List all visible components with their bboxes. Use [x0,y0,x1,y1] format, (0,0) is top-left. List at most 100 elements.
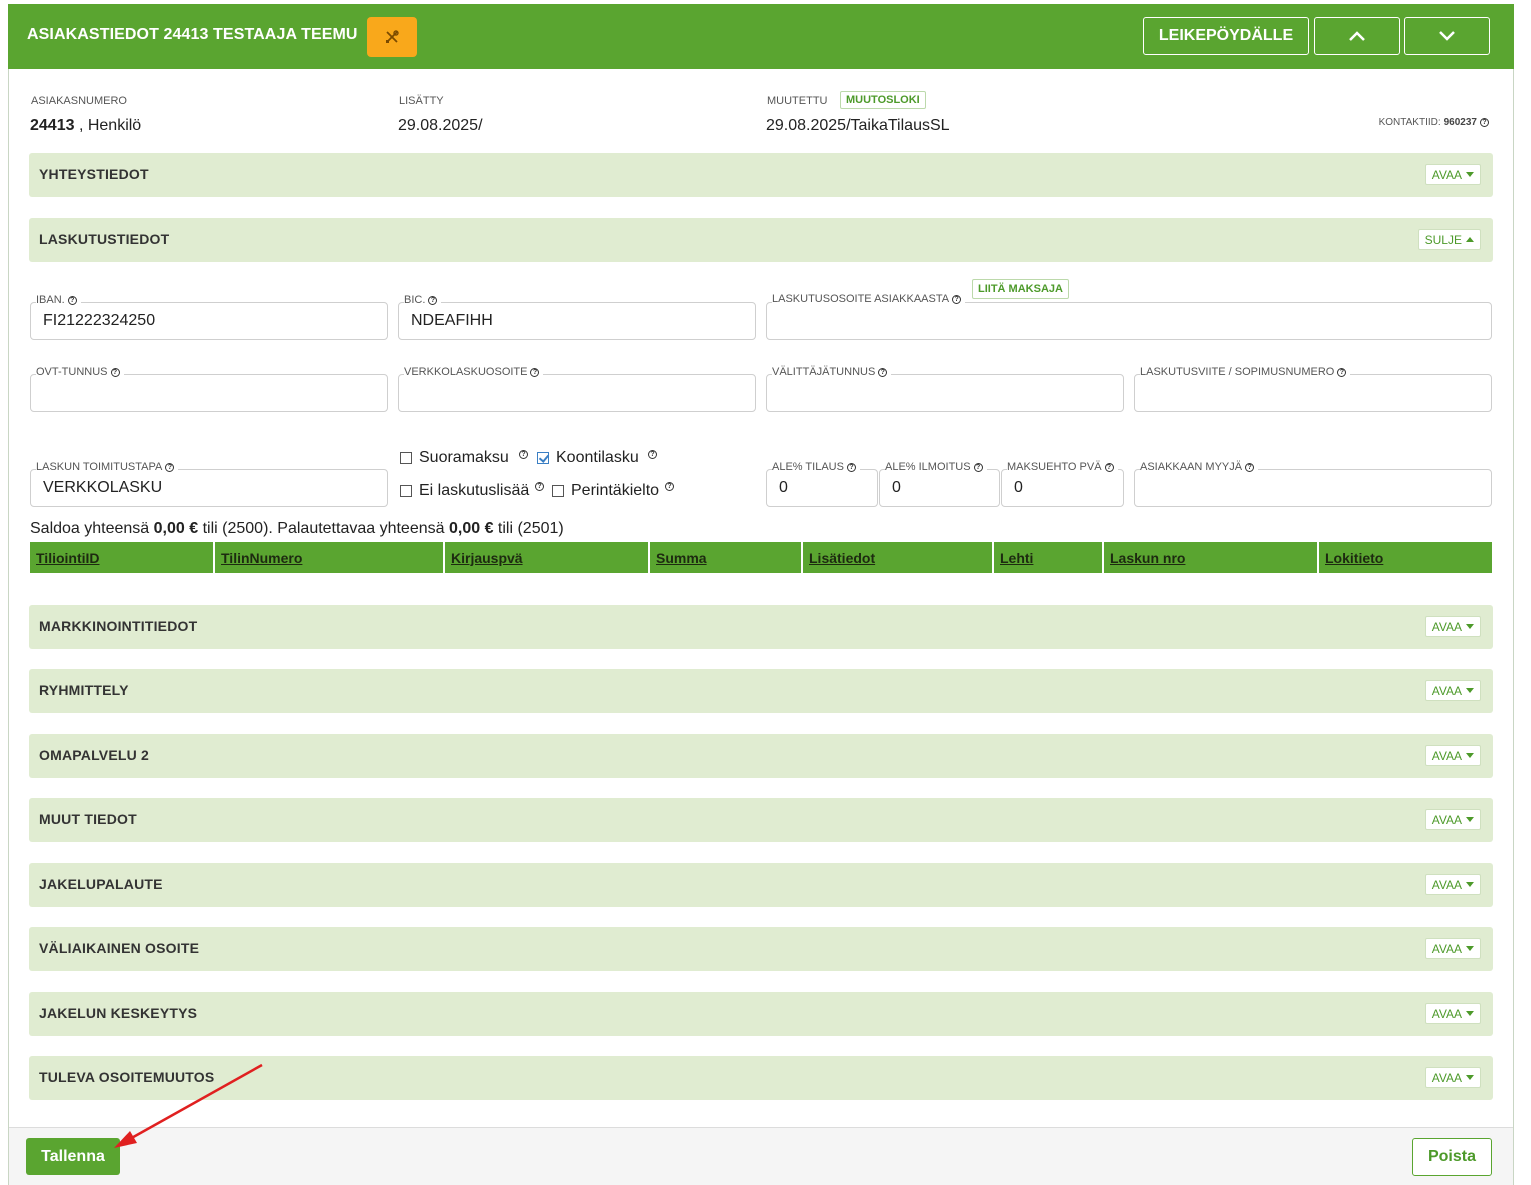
column-header[interactable]: Lehti [994,542,1104,573]
checkbox-box-checked[interactable] [537,452,549,464]
valittajatunnus-field[interactable] [766,374,1124,412]
open-button[interactable]: AVAA [1424,164,1481,185]
open-button[interactable]: AVAA [1424,680,1481,701]
help-icon[interactable]: ? [1104,462,1114,472]
open-button[interactable]: AVAA [1424,745,1481,766]
help-icon[interactable]: ? [952,294,962,304]
clipboard-button[interactable]: LEIKEPÖYDÄLLE [1143,17,1309,55]
section-valiaikainen-osoite[interactable]: VÄLIAIKAINEN OSOITE AVAA [29,927,1493,971]
help-icon[interactable]: ? [1245,462,1255,472]
ale-ilmoitus-label-text: ALE% ILMOITUS [885,461,971,473]
verkkolaskuosoite-field[interactable] [398,374,756,412]
help-icon[interactable]: ? [665,482,674,491]
asiakkaan-myyja-field[interactable] [1134,469,1492,507]
ale-ilmoitus-field[interactable]: 0 [879,469,1000,507]
help-icon[interactable]: ? [165,462,175,472]
column-header[interactable]: Lisätiedot [803,542,994,573]
valittajatunnus-label-text: VÄLITTÄJÄTUNNUS [772,366,876,378]
section-jakelun-keskeytys[interactable]: JAKELUN KESKEYTYS AVAA [29,992,1493,1036]
next-button[interactable] [1404,17,1490,55]
column-header[interactable]: Summa [650,542,803,573]
suoramaksu-checkbox[interactable]: Suoramaksu [400,449,509,467]
open-button[interactable]: AVAA [1424,1067,1481,1088]
liita-maksaja-button[interactable]: LIITÄ MAKSAJA [972,279,1069,299]
laskutusosoite-label-text: LASKUTUSOSOITE ASIAKKAASTA [772,293,950,305]
help-icon[interactable]: ? [1337,367,1347,377]
maksuehto-label-text: MAKSUEHTO PVÄ [1007,461,1102,473]
help-icon[interactable]: ? [428,295,438,305]
customer-type: , Henkilö [78,117,142,134]
verkkolaskuosoite-label: VERKKOLASKUOSOITE? [404,366,544,378]
close-button[interactable]: SULJE [1417,229,1481,250]
section-ryhmittely[interactable]: RYHMITTELY AVAA [29,669,1493,713]
previous-button[interactable] [1314,17,1400,55]
column-header[interactable]: Kirjauspvä [445,542,650,573]
header-bar: ASIAKASTIEDOT 24413 TESTAAJA TEEMU LEIKE… [8,4,1514,69]
saldo-amount: 0,00 € [153,520,199,537]
perintakielto-checkbox[interactable]: Perintäkielto [552,482,659,500]
toimitustapa-select[interactable]: VERKKOLASKU [30,469,388,507]
help-icon[interactable]: ? [846,462,856,472]
section-jakelupalaute[interactable]: JAKELUPALAUTE AVAA [29,863,1493,907]
laskutusviite-field[interactable] [1134,374,1492,412]
laskutusosoite-field[interactable] [766,302,1492,340]
help-icon[interactable]: ? [67,295,77,305]
chevron-up-icon [1349,31,1365,41]
help-icon[interactable]: ? [530,367,540,377]
close-label: SULJE [1424,232,1462,247]
checkbox-box[interactable] [552,485,564,497]
section-yhteystiedot[interactable]: YHTEYSTIEDOT AVAA [29,153,1493,197]
bic-field[interactable]: NDEAFIHH [398,302,756,340]
open-label: AVAA [1431,941,1462,956]
ovt-label: OVT-TUNNUS? [36,366,124,378]
checkbox-box[interactable] [400,485,412,497]
toimitustapa-label-text: LASKUN TOIMITUSTAPA [36,461,163,473]
toimitustapa-label: LASKUN TOIMITUSTAPA? [36,461,179,473]
column-header[interactable]: Laskun nro [1104,542,1319,573]
laskutusosoite-label: LASKUTUSOSOITE ASIAKKAASTA? [772,293,966,305]
help-icon[interactable]: ? [1480,118,1489,127]
ale-tilaus-field[interactable]: 0 [766,469,878,507]
toimitustapa-value: VERKKOLASKU [43,479,163,496]
open-label: AVAA [1431,1070,1462,1085]
delete-button[interactable]: Poista [1412,1138,1492,1176]
section-markkinointitiedot[interactable]: MARKKINOINTITIEDOT AVAA [29,605,1493,649]
saldo-summary: Saldoa yhteensä 0,00 € tili (2500). Pala… [30,520,564,538]
caret-down-icon [1466,946,1474,951]
section-tuleva-osoitemuutos[interactable]: TULEVA OSOITEMUUTOS AVAA [29,1056,1493,1100]
section-title: LASKUTUSTIEDOT [39,231,170,247]
column-header[interactable]: Lokitieto [1319,542,1492,573]
section-title: TULEVA OSOITEMUUTOS [39,1069,215,1085]
help-icon[interactable]: ? [648,450,657,459]
ei-laskutuslisaa-checkbox[interactable]: Ei laskutuslisää [400,482,529,500]
help-icon[interactable]: ? [878,367,888,377]
open-button[interactable]: AVAA [1424,1003,1481,1024]
help-icon[interactable]: ? [535,482,544,491]
tools-button[interactable] [367,17,417,57]
maksuehto-field[interactable]: 0 [1001,469,1124,507]
laskutusviite-label: LASKUTUSVIITE / SOPIMUSNUMERO? [1140,366,1351,378]
open-label: AVAA [1431,748,1462,763]
lisatty-label: LISÄTTY [399,95,444,107]
checkbox-box[interactable] [400,452,412,464]
koontilasku-checkbox[interactable]: Koontilasku [537,449,639,467]
help-icon[interactable]: ? [110,367,120,377]
iban-field[interactable]: FI21222324250 [30,302,388,340]
open-button[interactable]: AVAA [1424,809,1481,830]
open-button[interactable]: AVAA [1424,616,1481,637]
section-laskutustiedot[interactable]: LASKUTUSTIEDOT SULJE [29,218,1493,262]
column-header[interactable]: TiliointiID [30,542,215,573]
section-muut-tiedot[interactable]: MUUT TIEDOT AVAA [29,798,1493,842]
caret-down-icon [1466,172,1474,177]
help-icon[interactable]: ? [973,462,983,472]
help-icon[interactable]: ? [519,450,528,459]
iban-label-text: IBAN. [36,294,65,306]
muutosloki-button[interactable]: MUUTOSLOKI [840,91,926,109]
open-button[interactable]: AVAA [1424,874,1481,895]
open-button[interactable]: AVAA [1424,938,1481,959]
ovt-field[interactable] [30,374,388,412]
section-title: YHTEYSTIEDOT [39,166,149,182]
column-header[interactable]: TilinNumero [215,542,445,573]
section-omapalvelu[interactable]: OMAPALVELU 2 AVAA [29,734,1493,778]
save-button[interactable]: Tallenna [26,1138,120,1175]
